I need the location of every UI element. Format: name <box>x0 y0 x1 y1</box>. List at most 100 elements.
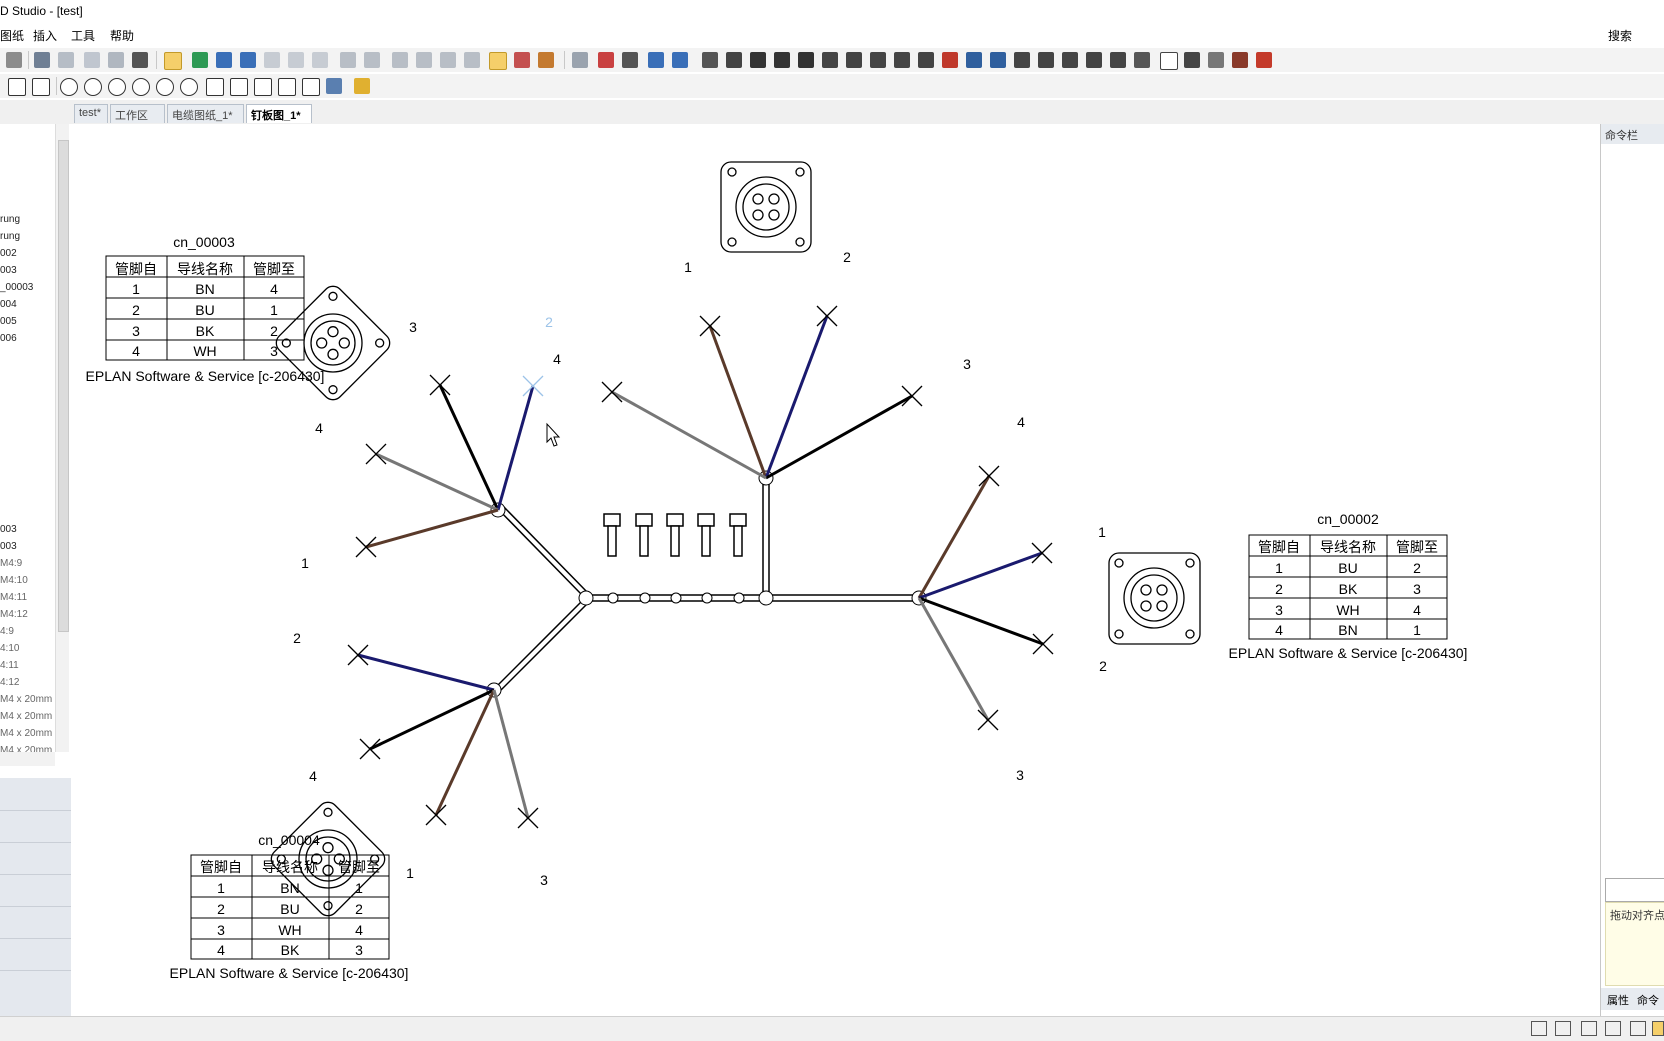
tree-item[interactable]: 4:9 <box>0 626 14 637</box>
redo-rotate-icon[interactable] <box>288 52 304 68</box>
image-icon[interactable] <box>326 78 342 94</box>
zoom-fit-icon[interactable] <box>1581 1021 1597 1036</box>
target-icon[interactable] <box>598 52 614 68</box>
tree-item[interactable]: M4:11 <box>0 592 27 603</box>
active-mode-icon[interactable] <box>489 52 507 70</box>
ellipse-center-icon[interactable] <box>132 78 150 96</box>
table-icon[interactable] <box>990 52 1006 68</box>
tree-item[interactable]: 4:11 <box>0 660 19 671</box>
center-icon[interactable] <box>672 52 688 68</box>
tree-item[interactable]: M4 x 20mm <box>0 728 52 739</box>
bend-icon[interactable] <box>538 52 554 68</box>
connector-icon[interactable] <box>702 52 718 68</box>
tab-command[interactable]: 命令 <box>1637 992 1659 1008</box>
text-icon[interactable] <box>230 78 248 96</box>
distribute-v-icon[interactable] <box>416 52 432 68</box>
tab-properties[interactable]: 属性 <box>1607 992 1629 1008</box>
menu-tools[interactable]: 工具 <box>71 27 95 44</box>
status-indicator-icon[interactable] <box>1652 1021 1664 1036</box>
tree-item[interactable]: 006 <box>0 333 17 344</box>
marker-icon[interactable] <box>942 52 958 68</box>
node-tool-icon[interactable] <box>192 52 208 68</box>
tree-item[interactable]: rung <box>0 231 20 242</box>
copy-icon[interactable] <box>108 52 124 68</box>
tree-item[interactable]: 4:10 <box>0 643 19 654</box>
tube-icon[interactable] <box>822 52 838 68</box>
tree-item[interactable]: rung <box>0 214 20 225</box>
leader-icon[interactable] <box>302 78 320 96</box>
zoom-icon[interactable] <box>1134 52 1150 68</box>
tools-icon[interactable] <box>1232 52 1248 68</box>
splice-icon[interactable] <box>846 52 862 68</box>
link-icon[interactable] <box>572 52 588 68</box>
clip-icon[interactable] <box>870 52 886 68</box>
bundle-icon[interactable] <box>774 52 790 68</box>
list-icon[interactable] <box>1038 52 1054 68</box>
ruler-icon[interactable] <box>1184 52 1200 68</box>
align-h-icon[interactable] <box>340 52 356 68</box>
cable-icon[interactable] <box>750 52 766 68</box>
drawing-canvas[interactable]: cn_00003 管脚自 导线名称 管脚至 1 BN 4 2 BU 1 3 BK… <box>71 124 1600 1016</box>
scale-icon[interactable] <box>312 52 328 68</box>
tree-item[interactable]: 004 <box>0 299 17 310</box>
label-icon[interactable] <box>798 52 814 68</box>
bom-icon[interactable] <box>1014 52 1030 68</box>
menu-drawing[interactable]: 图纸 <box>0 27 24 44</box>
rotate-icon[interactable] <box>264 52 280 68</box>
grommet-icon[interactable] <box>894 52 910 68</box>
polyline-icon[interactable] <box>254 78 272 96</box>
arc-3pt-icon[interactable] <box>180 78 198 96</box>
ortho-icon[interactable] <box>1555 1021 1571 1036</box>
tree-item[interactable]: M4 x 20mm <box>0 711 52 722</box>
tree-item[interactable]: M4:10 <box>0 575 28 586</box>
move-icon[interactable] <box>240 52 256 68</box>
tree-item[interactable]: 003 <box>0 541 17 552</box>
tree-horizontal-scrollbar[interactable] <box>0 752 55 766</box>
undo-icon[interactable] <box>34 52 50 68</box>
tree-item[interactable]: M4:12 <box>0 609 28 620</box>
delete-icon[interactable] <box>132 52 148 68</box>
redo-icon[interactable] <box>58 52 74 68</box>
cut-icon[interactable] <box>84 52 100 68</box>
distribute-icon[interactable] <box>392 52 408 68</box>
measure-icon[interactable] <box>354 78 370 94</box>
tab-test[interactable]: test* <box>74 104 108 123</box>
import-icon[interactable] <box>1086 52 1102 68</box>
tree-item[interactable]: 4:12 <box>0 677 19 688</box>
ellipse-icon[interactable] <box>108 78 126 96</box>
flip-icon[interactable] <box>514 52 530 68</box>
tree-item[interactable]: _00003 <box>0 282 33 293</box>
select-tool-icon[interactable] <box>164 52 182 70</box>
frame-icon[interactable] <box>1160 52 1178 70</box>
scrollbar-thumb[interactable] <box>58 140 69 632</box>
rect-icon[interactable] <box>206 78 224 96</box>
tab-nailboard[interactable]: 钉板图_1* <box>246 104 312 123</box>
grid-icon[interactable] <box>8 78 26 96</box>
circle-center-icon[interactable] <box>84 78 102 96</box>
dimension-icon[interactable] <box>278 78 296 96</box>
ungroup-icon[interactable] <box>464 52 480 68</box>
tree-item[interactable]: 005 <box>0 316 17 327</box>
harness-drawing[interactable]: cn_00003 管脚自 导线名称 管脚至 1 BN 4 2 BU 1 3 BK… <box>71 124 1600 1016</box>
tree-vertical-scrollbar[interactable] <box>55 124 69 752</box>
circle-icon[interactable] <box>60 78 78 96</box>
menu-insert[interactable]: 插入 <box>33 27 57 44</box>
check-icon[interactable] <box>1110 52 1126 68</box>
window-icon[interactable] <box>1630 1021 1646 1036</box>
fit-icon[interactable] <box>648 52 664 68</box>
align-v-icon[interactable] <box>364 52 380 68</box>
layout-icon[interactable] <box>1605 1021 1621 1036</box>
snap-icon[interactable] <box>216 52 232 68</box>
pattern-icon[interactable] <box>1208 52 1224 68</box>
tab-workspace[interactable]: 工作区_6 <box>110 104 165 135</box>
arc-icon[interactable] <box>156 78 174 96</box>
report-icon[interactable] <box>966 52 982 68</box>
tree-item[interactable]: 003 <box>0 524 17 535</box>
export-icon[interactable] <box>1062 52 1078 68</box>
command-input[interactable] <box>1605 878 1664 902</box>
tree-item[interactable]: M4 x 20mm <box>0 694 52 705</box>
tree-item[interactable]: M4:9 <box>0 558 22 569</box>
seal-icon[interactable] <box>918 52 934 68</box>
tab-cable-drawing[interactable]: 电缆图纸_1* <box>167 104 244 123</box>
tree-item[interactable]: 002 <box>0 248 17 259</box>
